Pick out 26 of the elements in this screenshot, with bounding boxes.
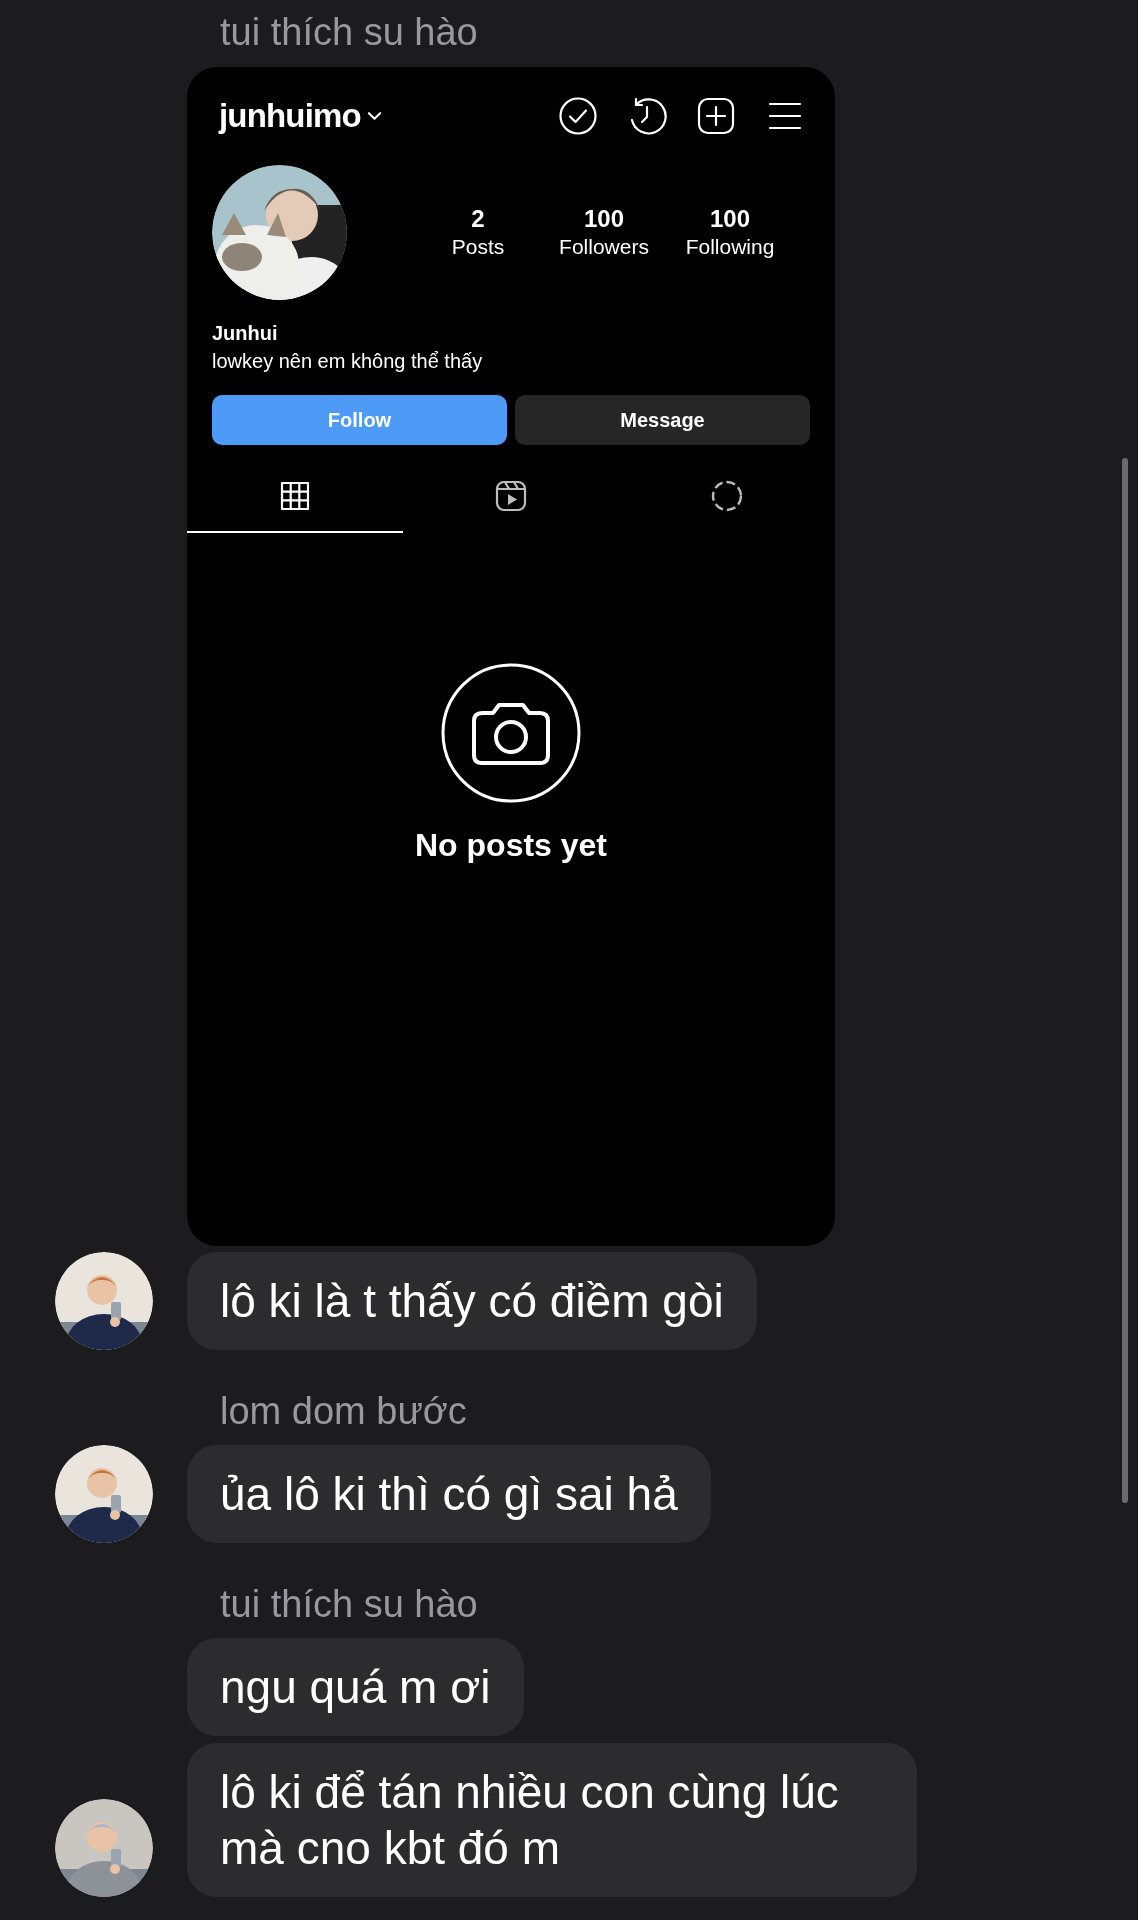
- sender-name: lom dom bước: [220, 1389, 467, 1433]
- sender-name: tui thích su hào: [220, 10, 478, 54]
- profile-bio: lowkey nên em không thể thấy: [212, 348, 483, 374]
- profile-name: Junhui: [212, 320, 278, 346]
- message-bubble: lô ki để tán nhiều con cùng lúc mà cno kbt đó m: [187, 1743, 917, 1897]
- profile-screenshot[interactable]: junhuimo 2 Posts 100 Followers 100 Following Junhui lowkey nên em không thể thấy Follow Message No posts yet: [187, 67, 835, 1246]
- sender-name: tui thích su hào: [220, 1582, 478, 1626]
- message-bubble: lô ki là t thấy có điềm gòi: [187, 1252, 757, 1350]
- add-square-icon[interactable]: [696, 95, 736, 136]
- camera-icon: [441, 662, 581, 803]
- stat-count: 100: [709, 204, 750, 234]
- empty-state-text: No posts yet: [415, 825, 607, 865]
- message-bubble: ngu quá m ơi: [187, 1638, 524, 1736]
- chevron-down-icon[interactable]: [366, 110, 382, 121]
- grid-icon: [279, 479, 311, 512]
- stat-label: Posts: [451, 234, 505, 260]
- message-bubble: ủa lô ki thì có gì sai hả: [187, 1445, 711, 1543]
- stat-count: 100: [583, 204, 624, 234]
- profile-username[interactable]: junhuimo: [219, 91, 361, 141]
- reels-icon: [494, 478, 528, 513]
- scrollbar[interactable]: [1122, 458, 1128, 1503]
- message-button[interactable]: Message: [515, 394, 810, 445]
- check-circle-icon[interactable]: [558, 95, 598, 136]
- stat-count: 2: [471, 204, 485, 234]
- stat-label: Following: [685, 234, 775, 260]
- stat-label: Followers: [559, 234, 649, 260]
